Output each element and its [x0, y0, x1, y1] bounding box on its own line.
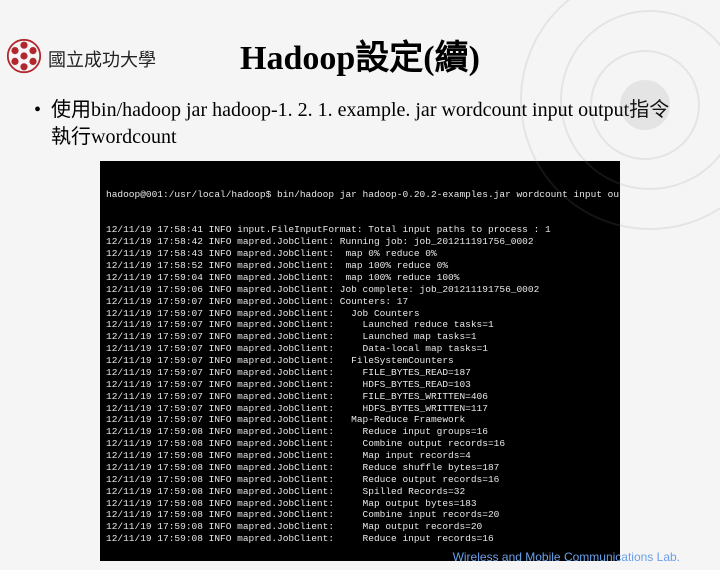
terminal-line: 12/11/19 17:59:08 INFO mapred.JobClient:…: [106, 450, 614, 462]
terminal-line: 12/11/19 17:59:04 INFO mapred.JobClient:…: [106, 272, 614, 284]
bullet-text: 使用bin/hadoop jar hadoop-1. 2. 1. example…: [51, 97, 686, 151]
ncku-logo-icon: [6, 38, 42, 79]
terminal-output: hadoop@001:/usr/local/hadoop$ bin/hadoop…: [100, 161, 620, 561]
terminal-line: 12/11/19 17:59:07 INFO mapred.JobClient:…: [106, 343, 614, 355]
terminal-line: 12/11/19 17:59:08 INFO mapred.JobClient:…: [106, 462, 614, 474]
terminal-line: 12/11/19 17:59:07 INFO mapred.JobClient:…: [106, 331, 614, 343]
terminal-line: 12/11/19 17:59:08 INFO mapred.JobClient:…: [106, 426, 614, 438]
terminal-prompt-line: hadoop@001:/usr/local/hadoop$ bin/hadoop…: [106, 189, 614, 201]
terminal-line: 12/11/19 17:59:07 INFO mapred.JobClient:…: [106, 379, 614, 391]
terminal-line: 12/11/19 17:59:08 INFO mapred.JobClient:…: [106, 486, 614, 498]
bullet-dot-icon: •: [34, 97, 41, 151]
terminal-line: 12/11/19 17:59:07 INFO mapred.JobClient:…: [106, 355, 614, 367]
terminal-line: 12/11/19 17:59:07 INFO mapred.JobClient:…: [106, 296, 614, 308]
terminal-line: 12/11/19 17:59:08 INFO mapred.JobClient:…: [106, 521, 614, 533]
terminal-line: 12/11/19 17:58:41 INFO input.FileInputFo…: [106, 224, 614, 236]
footer-lab-name: Wireless and Mobile Communications Lab.: [453, 550, 680, 564]
terminal-line: 12/11/19 17:59:08 INFO mapred.JobClient:…: [106, 474, 614, 486]
terminal-line: 12/11/19 17:59:07 INFO mapred.JobClient:…: [106, 403, 614, 415]
terminal-line: 12/11/19 17:59:08 INFO mapred.JobClient:…: [106, 438, 614, 450]
terminal-line: 12/11/19 17:58:43 INFO mapred.JobClient:…: [106, 248, 614, 260]
terminal-line: 12/11/19 17:59:06 INFO mapred.JobClient:…: [106, 284, 614, 296]
terminal-line: 12/11/19 17:59:08 INFO mapred.JobClient:…: [106, 509, 614, 521]
terminal-line: 12/11/19 17:59:07 INFO mapred.JobClient:…: [106, 414, 614, 426]
terminal-line: 12/11/19 17:59:07 INFO mapred.JobClient:…: [106, 319, 614, 331]
terminal-line: 12/11/19 17:59:08 INFO mapred.JobClient:…: [106, 498, 614, 510]
university-logo-block: 國立成功大學: [6, 38, 156, 79]
terminal-line: 12/11/19 17:59:07 INFO mapred.JobClient:…: [106, 391, 614, 403]
terminal-line: 12/11/19 17:58:42 INFO mapred.JobClient:…: [106, 236, 614, 248]
terminal-line: 12/11/19 17:59:07 INFO mapred.JobClient:…: [106, 367, 614, 379]
terminal-line: 12/11/19 17:58:52 INFO mapred.JobClient:…: [106, 260, 614, 272]
terminal-line: 12/11/19 17:59:07 INFO mapred.JobClient:…: [106, 308, 614, 320]
bullet-item: • 使用bin/hadoop jar hadoop-1. 2. 1. examp…: [34, 97, 686, 151]
terminal-line: 12/11/19 17:59:08 INFO mapred.JobClient:…: [106, 533, 614, 545]
university-name: 國立成功大學: [48, 46, 156, 72]
